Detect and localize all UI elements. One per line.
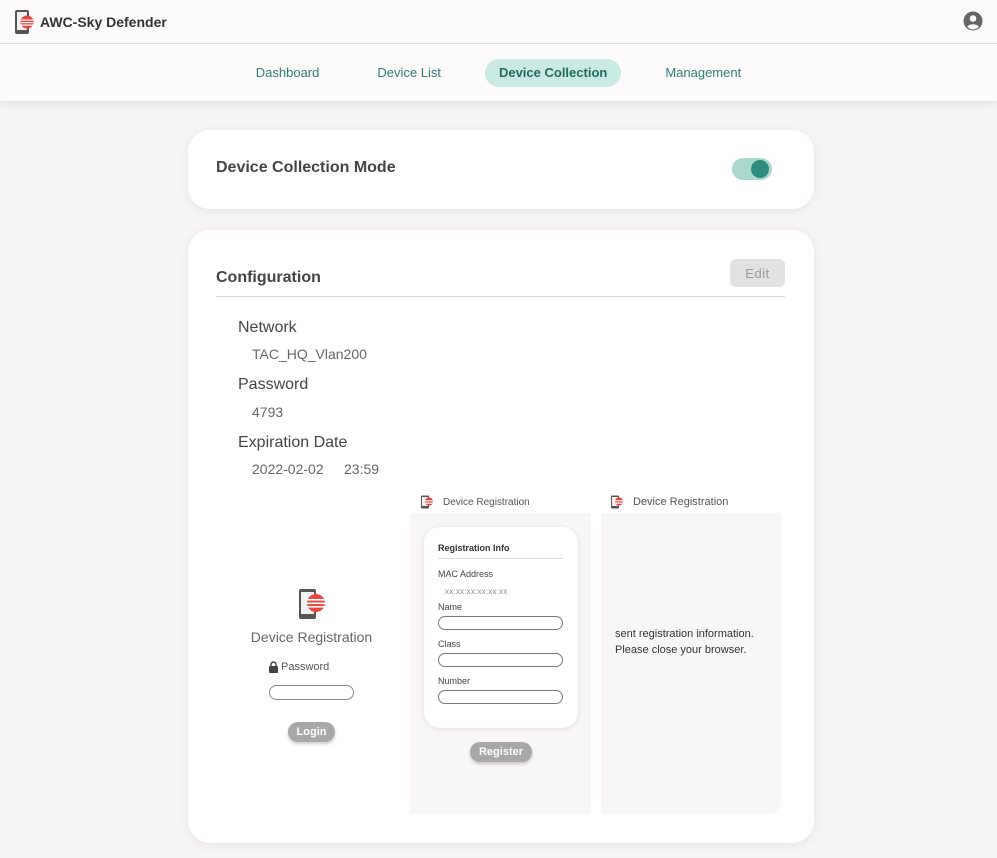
done-message: sent registration information. Please cl… (615, 626, 754, 658)
done-preview-header: Device Registration (610, 495, 728, 509)
tab-device-collection[interactable]: Device Collection (484, 59, 622, 87)
phone-shield-icon (299, 589, 325, 619)
network-value: TAC_HQ_Vlan200 (252, 346, 367, 362)
login-password-input[interactable] (269, 685, 354, 700)
login-button[interactable]: Login (288, 722, 335, 742)
top-bar: AWC-Sky Defender (0, 0, 997, 44)
register-preview-header: Device Registration (420, 495, 530, 509)
tab-device-list[interactable]: Device List (363, 59, 455, 87)
login-password-text: Password (281, 661, 330, 673)
register-button[interactable]: Register (470, 742, 532, 762)
toggle-knob (751, 160, 769, 178)
done-message-line1: sent registration information. (615, 628, 754, 640)
login-preview-title: Device Registration (250, 629, 373, 645)
expiration-label: Expiration Date (238, 434, 348, 451)
number-input[interactable] (438, 690, 563, 704)
done-preview-panel: sent registration information. Please cl… (601, 513, 781, 814)
name-label: Name (438, 602, 463, 612)
collection-mode-toggle[interactable] (732, 158, 772, 180)
password-label: Password (238, 376, 309, 393)
configuration-card: Configuration Edit Network TAC_HQ_Vlan20… (188, 230, 814, 843)
phone-shield-icon (611, 495, 623, 509)
divider (216, 296, 785, 297)
password-value: 4793 (252, 404, 284, 420)
app-logo-icon (15, 10, 34, 34)
collection-mode-title: Device Collection Mode (216, 159, 396, 176)
brand[interactable]: AWC-Sky Defender (14, 9, 167, 35)
phone-shield-icon (421, 495, 433, 509)
collection-mode-card: Device Collection Mode (188, 130, 814, 209)
registration-info-title: Registration Info (438, 543, 510, 553)
configuration-title: Configuration (216, 269, 321, 286)
mac-label: MAC Address (438, 569, 494, 579)
tab-management[interactable]: Management (651, 59, 755, 87)
register-preview-panel: Registration Info MAC Address xx:xx:xx:x… (410, 513, 591, 814)
number-label: Number (438, 676, 471, 686)
expiration-date: 2022-02-02 (252, 461, 324, 477)
done-preview-title: Device Registration (633, 496, 729, 508)
mac-value: xx:xx:xx:xx:xx:xx (445, 587, 508, 596)
class-label: Class (438, 639, 461, 649)
network-label: Network (238, 319, 297, 336)
main-nav: Dashboard Device List Device Collection … (0, 44, 997, 101)
done-message-line2: Please close your browser. (615, 644, 747, 656)
app-title: AWC-Sky Defender (40, 14, 167, 30)
login-password-label: Password (268, 661, 329, 673)
class-input[interactable] (438, 653, 563, 667)
edit-button[interactable]: Edit (730, 259, 785, 287)
registration-info-card: Registration Info MAC Address xx:xx:xx:x… (424, 527, 578, 728)
user-circle-icon[interactable] (963, 11, 983, 31)
expiration-time: 23:59 (344, 461, 380, 477)
divider (438, 558, 563, 559)
name-input[interactable] (438, 616, 563, 630)
lock-icon (269, 661, 278, 673)
tab-dashboard[interactable]: Dashboard (242, 59, 334, 87)
register-preview-title: Device Registration (443, 496, 530, 508)
